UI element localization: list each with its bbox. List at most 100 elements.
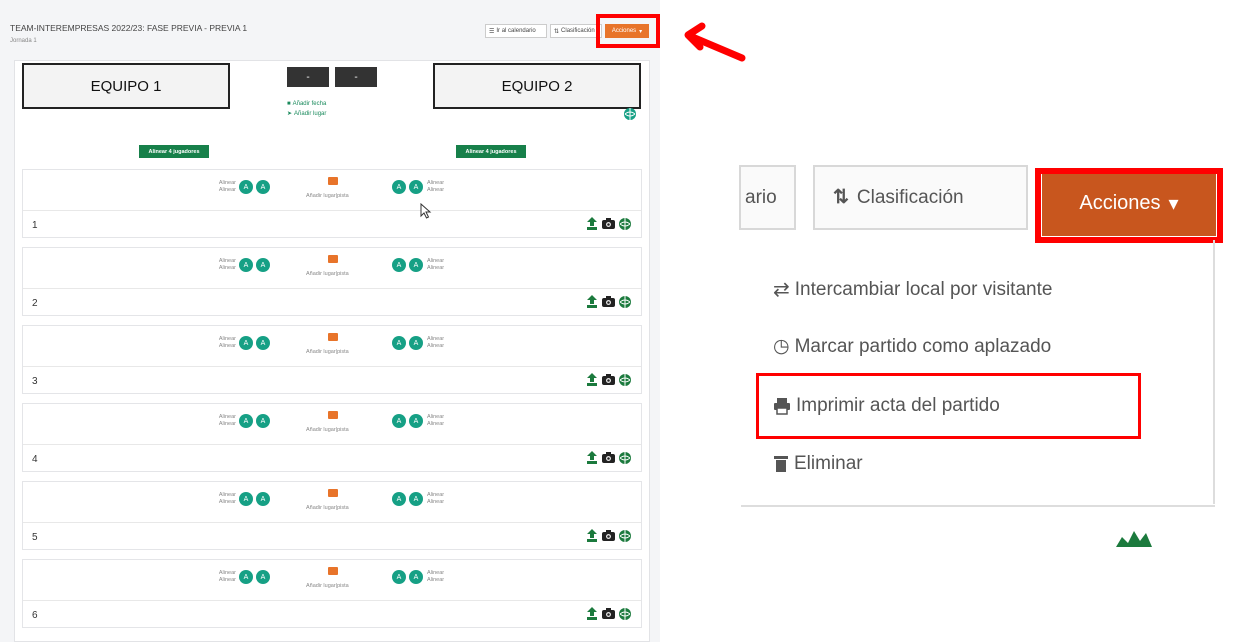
game-row-bottom: 5 bbox=[23, 522, 641, 551]
add-court-link[interactable]: Añadir lugar|pista bbox=[306, 349, 349, 355]
upload-icon[interactable] bbox=[586, 295, 598, 308]
ball-icon[interactable] bbox=[619, 295, 631, 308]
align-link-home[interactable]: Alinear Alinear bbox=[216, 180, 236, 194]
upload-icon[interactable] bbox=[586, 373, 598, 386]
camera-icon[interactable] bbox=[602, 218, 615, 229]
player-avatar[interactable]: A bbox=[409, 570, 423, 584]
upload-icon[interactable] bbox=[586, 529, 598, 542]
game-row: Alinear Alinear A A Añadir lugar|pista A A Alin… bbox=[22, 247, 642, 316]
align-link-away[interactable]: Alinear Alinear bbox=[427, 336, 444, 350]
player-avatar[interactable]: A bbox=[392, 414, 406, 428]
zoom-calendar-button[interactable]: ario bbox=[739, 165, 796, 230]
align-link-home[interactable]: Alinear Alinear bbox=[216, 258, 236, 272]
score-away[interactable]: - bbox=[335, 67, 377, 87]
court-icon[interactable] bbox=[328, 489, 338, 497]
camera-icon[interactable] bbox=[602, 452, 615, 463]
sort-icon: ⇅ bbox=[554, 28, 560, 35]
player-avatar[interactable]: A bbox=[239, 336, 253, 350]
align-link-away[interactable]: Alinear Alinear bbox=[427, 258, 444, 272]
align-bottom-label: Alinear bbox=[218, 421, 236, 427]
align-link-home[interactable]: Alinear Alinear bbox=[216, 492, 236, 506]
align-players-button-left[interactable]: Alinear 4 jugadores bbox=[139, 145, 209, 158]
align-link-away[interactable]: Alinear Alinear bbox=[427, 570, 444, 584]
ball-icon[interactable] bbox=[619, 607, 631, 620]
actions-highlight-box bbox=[596, 14, 660, 48]
game-row: Alinear Alinear A A Añadir lugar|pista A A Alin… bbox=[22, 559, 642, 628]
ball-icon[interactable] bbox=[619, 373, 631, 386]
camera-icon[interactable] bbox=[602, 296, 615, 307]
upload-icon[interactable] bbox=[586, 451, 598, 464]
game-number: 3 bbox=[32, 376, 38, 387]
player-avatar[interactable]: A bbox=[239, 570, 253, 584]
player-avatar[interactable]: A bbox=[392, 570, 406, 584]
player-avatar[interactable]: A bbox=[256, 492, 270, 506]
player-avatar[interactable]: A bbox=[409, 414, 423, 428]
classification-button[interactable]: ⇅ Clasificación bbox=[550, 24, 602, 38]
align-bottom-label: Alinear bbox=[218, 499, 236, 505]
player-avatar[interactable]: A bbox=[239, 258, 253, 272]
menu-item-postpone-label: Marcar partido como aplazado bbox=[794, 335, 1052, 357]
align-link-away[interactable]: Alinear Alinear bbox=[427, 492, 444, 506]
game-actions bbox=[586, 529, 631, 542]
add-court-link[interactable]: Añadir lugar|pista bbox=[306, 505, 349, 511]
player-avatar[interactable]: A bbox=[239, 180, 253, 194]
align-players-button-right[interactable]: Alinear 4 jugadores bbox=[456, 145, 526, 158]
player-avatar[interactable]: A bbox=[256, 336, 270, 350]
align-link-home[interactable]: Alinear Alinear bbox=[216, 570, 236, 584]
player-avatar[interactable]: A bbox=[239, 414, 253, 428]
court-icon[interactable] bbox=[328, 177, 338, 185]
add-court-link[interactable]: Añadir lugar|pista bbox=[306, 427, 349, 433]
player-avatar[interactable]: A bbox=[392, 492, 406, 506]
camera-icon[interactable] bbox=[602, 530, 615, 541]
player-avatar[interactable]: A bbox=[256, 258, 270, 272]
player-avatar[interactable]: A bbox=[409, 336, 423, 350]
upload-icon[interactable] bbox=[586, 607, 598, 620]
zoom-classification-button[interactable]: ⇅ Clasificación bbox=[813, 165, 1028, 230]
menu-item-postpone[interactable]: ◷ Marcar partido como aplazado bbox=[773, 335, 1051, 358]
ball-icon[interactable] bbox=[619, 529, 631, 542]
align-bottom-label: Alinear bbox=[218, 265, 236, 271]
align-link-away[interactable]: Alinear Alinear bbox=[427, 180, 444, 194]
camera-icon[interactable] bbox=[602, 608, 615, 619]
align-top-label: Alinear bbox=[218, 258, 236, 264]
menu-item-swap[interactable]: ⇄ Intercambiar local por visitante bbox=[773, 277, 1052, 302]
ball-icon[interactable] bbox=[619, 451, 631, 464]
upload-icon[interactable] bbox=[586, 217, 598, 230]
ball-icon[interactable] bbox=[619, 217, 631, 230]
camera-icon[interactable] bbox=[602, 374, 615, 385]
court-icon[interactable] bbox=[328, 333, 338, 341]
calendar-button[interactable]: ☰ Ir al calendario bbox=[485, 24, 547, 38]
score-home[interactable]: - bbox=[287, 67, 329, 87]
add-court-link[interactable]: Añadir lugar|pista bbox=[306, 583, 349, 589]
align-bottom-label: Alinear bbox=[218, 577, 236, 583]
add-place-link[interactable]: ➤ Añadir lugar bbox=[287, 110, 326, 118]
court-icon[interactable] bbox=[328, 411, 338, 419]
align-link-home[interactable]: Alinear Alinear bbox=[216, 336, 236, 350]
align-link-home[interactable]: Alinear Alinear bbox=[216, 414, 236, 428]
align-link-away[interactable]: Alinear Alinear bbox=[427, 414, 444, 428]
sort-icon: ⇅ bbox=[833, 187, 849, 208]
player-avatar[interactable]: A bbox=[409, 180, 423, 194]
player-avatar[interactable]: A bbox=[256, 414, 270, 428]
clock-icon: ◷ bbox=[773, 336, 790, 357]
court-icon[interactable] bbox=[328, 255, 338, 263]
add-court-link[interactable]: Añadir lugar|pista bbox=[306, 271, 349, 277]
align-top-label: Alinear bbox=[427, 492, 445, 498]
player-avatar[interactable]: A bbox=[256, 570, 270, 584]
menu-item-delete[interactable]: Eliminar bbox=[773, 453, 863, 475]
player-avatar[interactable]: A bbox=[256, 180, 270, 194]
player-avatar[interactable]: A bbox=[392, 258, 406, 272]
align-top-label: Alinear bbox=[218, 180, 236, 186]
game-actions bbox=[586, 295, 631, 308]
add-date-link[interactable]: ■ Añadir fecha bbox=[287, 101, 326, 107]
game-row-top: Alinear Alinear A A Añadir lugar|pista A A Alin… bbox=[23, 248, 641, 288]
player-avatar[interactable]: A bbox=[409, 258, 423, 272]
player-avatar[interactable]: A bbox=[392, 336, 406, 350]
trash-icon bbox=[774, 456, 788, 472]
match-panel: TEAM-INTEREMPRESAS 2022/23: FASE PREVIA … bbox=[0, 0, 660, 642]
player-avatar[interactable]: A bbox=[409, 492, 423, 506]
player-avatar[interactable]: A bbox=[392, 180, 406, 194]
court-icon[interactable] bbox=[328, 567, 338, 575]
add-court-link[interactable]: Añadir lugar|pista bbox=[306, 193, 349, 199]
player-avatar[interactable]: A bbox=[239, 492, 253, 506]
